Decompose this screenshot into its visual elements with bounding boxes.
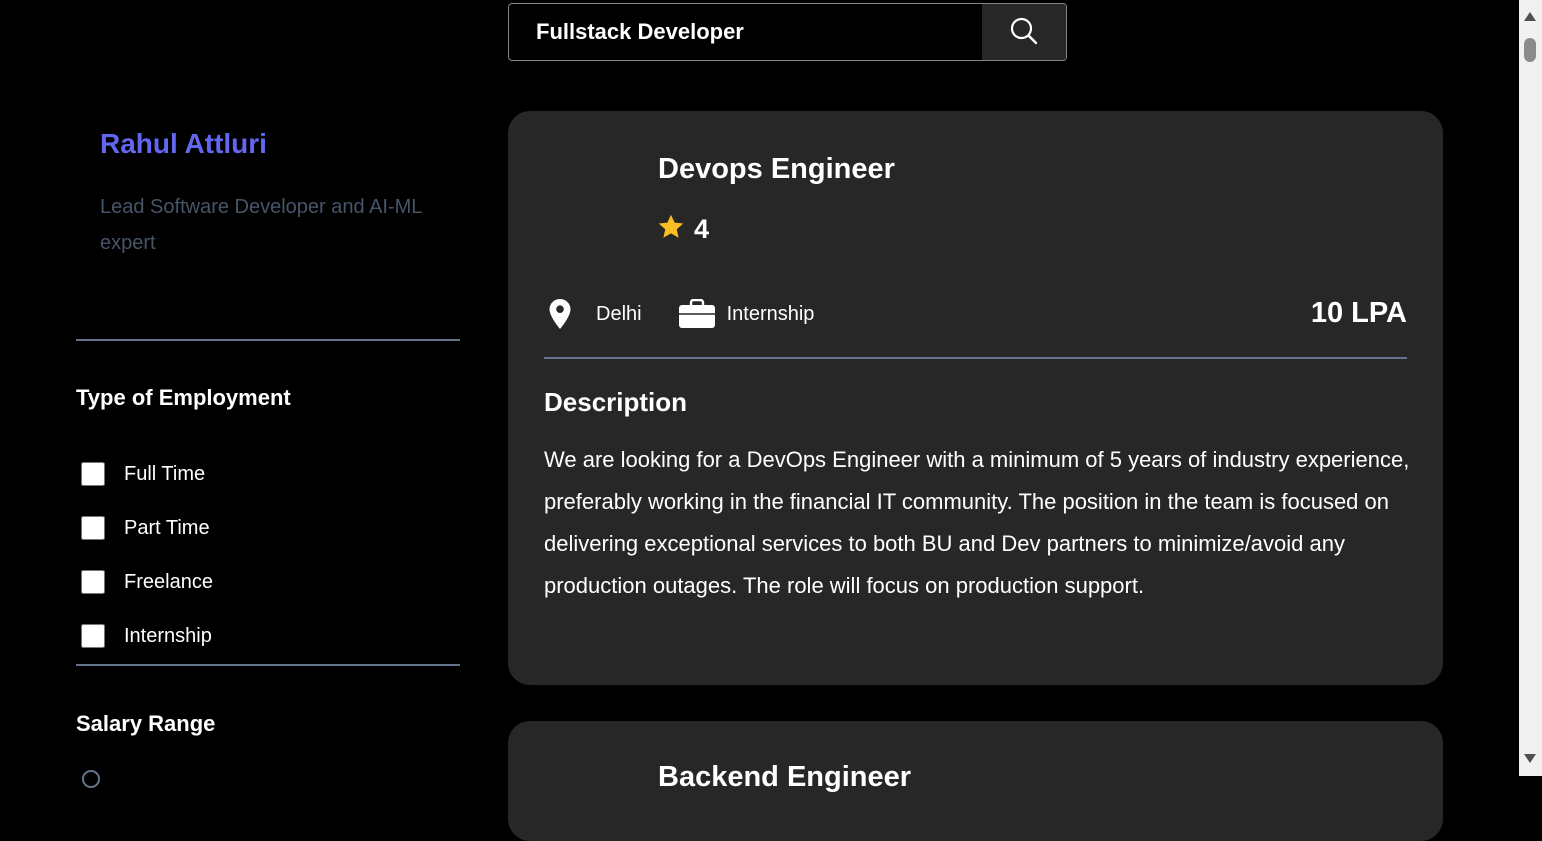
filter-label: Internship	[124, 624, 212, 647]
scrollbar[interactable]	[1519, 0, 1542, 776]
search-icon	[1009, 16, 1039, 49]
full-time-checkbox[interactable]	[81, 462, 105, 486]
job-employment-type: Internship	[726, 302, 815, 325]
scroll-thumb[interactable]	[1524, 38, 1536, 62]
job-location: Delhi	[596, 302, 642, 325]
job-package: 10 LPA	[1310, 297, 1407, 329]
filter-full-time[interactable]: Full Time	[81, 447, 213, 501]
filter-label: Freelance	[124, 570, 213, 593]
scroll-down-icon[interactable]	[1524, 754, 1536, 763]
briefcase-icon	[678, 299, 716, 329]
job-card[interactable]: Backend Engineer	[508, 721, 1443, 841]
filter-internship[interactable]: Internship	[81, 609, 213, 663]
employment-type-heading: Type of Employment	[76, 385, 291, 410]
internship-checkbox[interactable]	[81, 624, 105, 648]
job-card[interactable]: Devops Engineer 4 Delhi Internship 10 LP…	[508, 111, 1443, 685]
job-description: We are looking for a DevOps Engineer wit…	[544, 447, 1410, 598]
search-button[interactable]	[982, 4, 1066, 60]
salary-radio[interactable]	[82, 770, 100, 788]
employment-type-filter-list: Full Time Part Time Freelance Internship	[81, 447, 213, 663]
job-meta: Delhi Internship	[548, 298, 814, 330]
filter-freelance[interactable]: Freelance	[81, 555, 213, 609]
profile-name: Rahul Attluri	[100, 128, 267, 159]
search-input[interactable]	[509, 4, 982, 60]
scroll-up-icon[interactable]	[1524, 12, 1536, 21]
freelance-checkbox[interactable]	[81, 570, 105, 594]
sidebar-divider	[76, 339, 460, 341]
location-pin-icon	[548, 298, 572, 330]
profile-bio: Lead Software Developer and AI-ML expert	[100, 196, 422, 254]
search-bar	[508, 3, 1067, 61]
job-title: Backend Engineer	[658, 761, 912, 793]
filter-label: Full Time	[124, 462, 206, 485]
description-heading: Description	[544, 387, 688, 417]
rating: 4	[656, 212, 709, 247]
salary-range-heading: Salary Range	[76, 711, 216, 736]
star-icon	[656, 212, 686, 247]
filter-part-time[interactable]: Part Time	[81, 501, 213, 555]
part-time-checkbox[interactable]	[81, 516, 105, 540]
filter-label: Part Time	[124, 516, 210, 539]
rating-value: 4	[694, 214, 710, 244]
sidebar-divider	[76, 664, 460, 666]
card-divider	[544, 357, 1407, 359]
job-title: Devops Engineer	[658, 153, 895, 185]
